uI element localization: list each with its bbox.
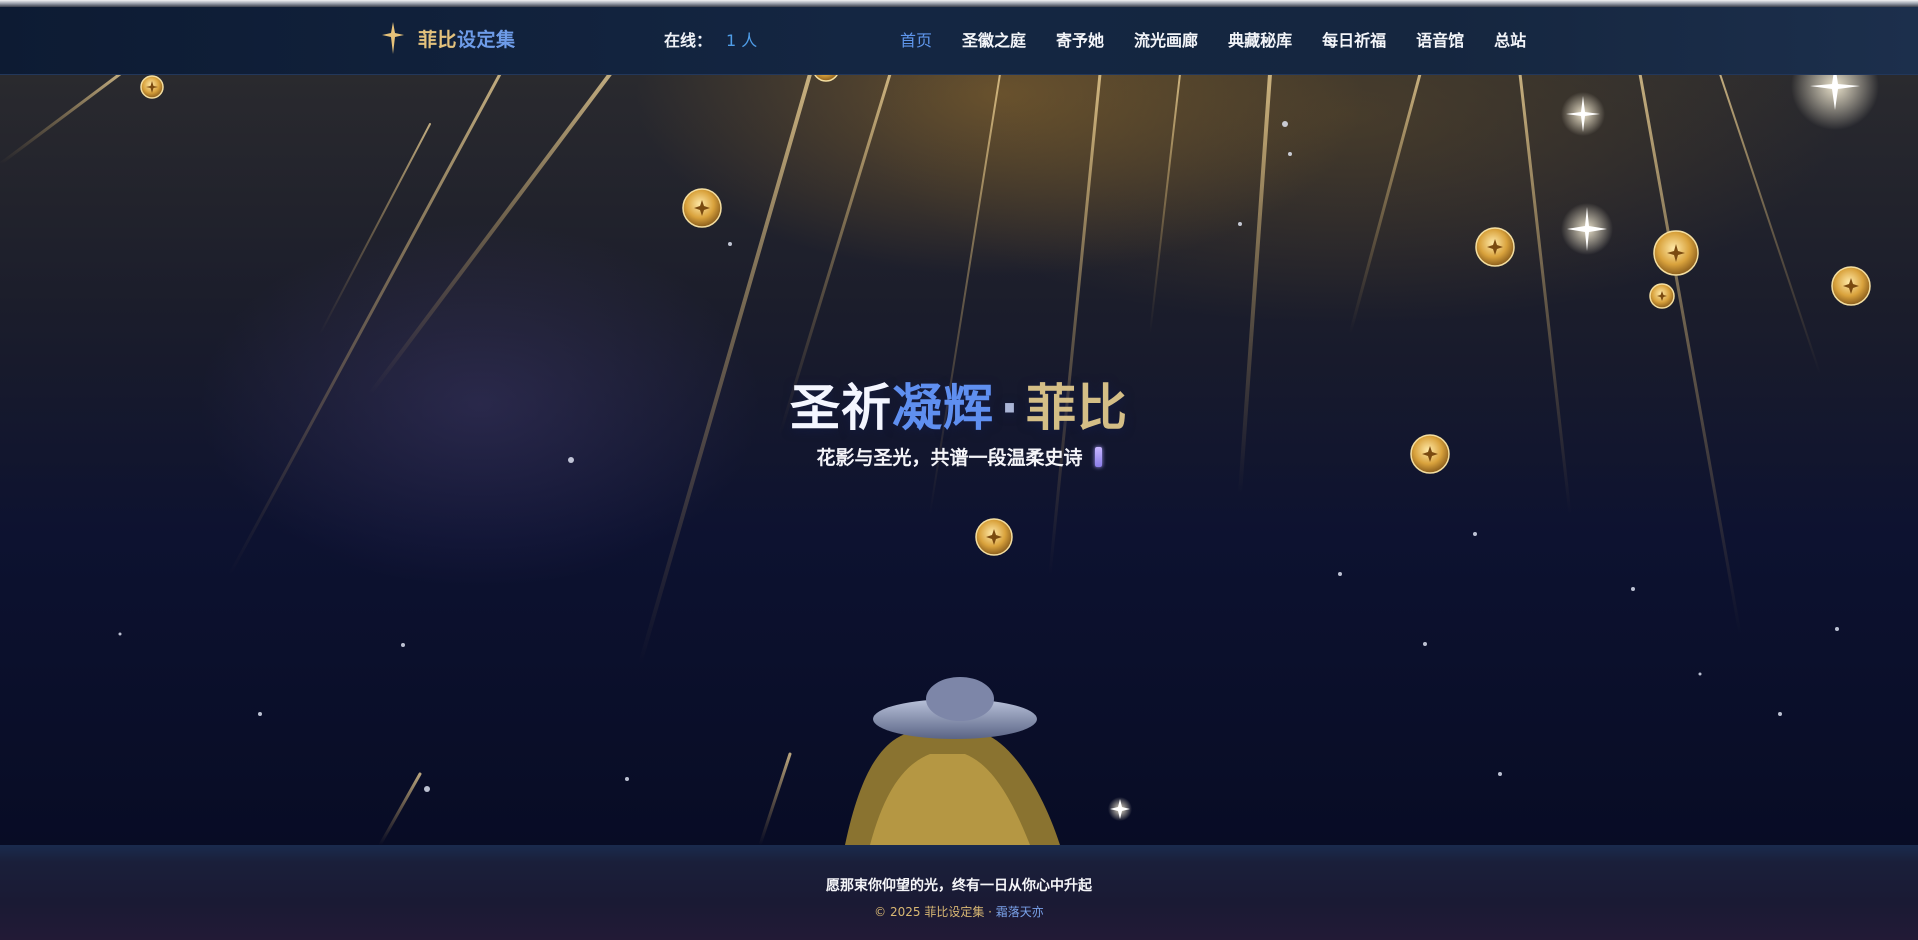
nav-daily-blessing[interactable]: 每日祈福 <box>1322 27 1386 51</box>
sparkle-icon <box>382 22 404 54</box>
main-nav: 首页 圣徽之庭 寄予她 流光画廊 典藏秘库 每日祈福 语音馆 总站 <box>900 27 1556 51</box>
online-count: 1 人 <box>726 31 758 50</box>
nav-archive[interactable]: 典藏秘库 <box>1228 27 1292 51</box>
nav-gallery[interactable]: 流光画廊 <box>1134 27 1198 51</box>
brand-name: 菲比设定集 <box>418 28 516 51</box>
nav-home[interactable]: 首页 <box>900 27 932 51</box>
hero-title: 圣祈凝辉 · 菲比 <box>790 379 1128 437</box>
nav-voice-hall[interactable]: 语音馆 <box>1416 27 1464 51</box>
online-status: 在线： 1 人 <box>664 27 757 51</box>
footer-motto: 愿那束你仰望的光，终有一日从你心中升起 <box>826 878 1092 894</box>
footer-credits: © 2025 菲比设定集 · 霜落天亦 <box>0 903 1918 920</box>
hero-banner: 圣祈凝辉 · 菲比 花影与圣光，共谱一段温柔史诗 <box>0 74 1918 845</box>
hero-subtitle: 花影与圣光，共谱一段温柔史诗 <box>0 443 1918 470</box>
navbar: 菲比设定集 在线： 1 人 首页 圣徽之庭 寄予她 流光画廊 典藏秘库 每日祈福… <box>0 7 1918 75</box>
footer: 愿那束你仰望的光，终有一日从你心中升起 © 2025 菲比设定集 · 霜落天亦 <box>0 845 1918 940</box>
typing-cursor-icon <box>1094 446 1102 467</box>
online-label: 在线： <box>664 31 713 50</box>
nav-dedicate[interactable]: 寄予她 <box>1056 27 1104 51</box>
hero-subtitle-text: 花影与圣光，共谱一段温柔史诗 <box>816 447 1083 469</box>
nav-main-site[interactable]: 总站 <box>1494 27 1526 51</box>
top-edge <box>0 0 1918 7</box>
footer-copyright: © 2025 菲比设定集 · <box>874 905 996 919</box>
footer-author-link[interactable]: 霜落天亦 <box>996 905 1044 919</box>
brand-logo[interactable]: 菲比设定集 <box>382 22 516 54</box>
nav-emblem-court[interactable]: 圣徽之庭 <box>962 27 1026 51</box>
